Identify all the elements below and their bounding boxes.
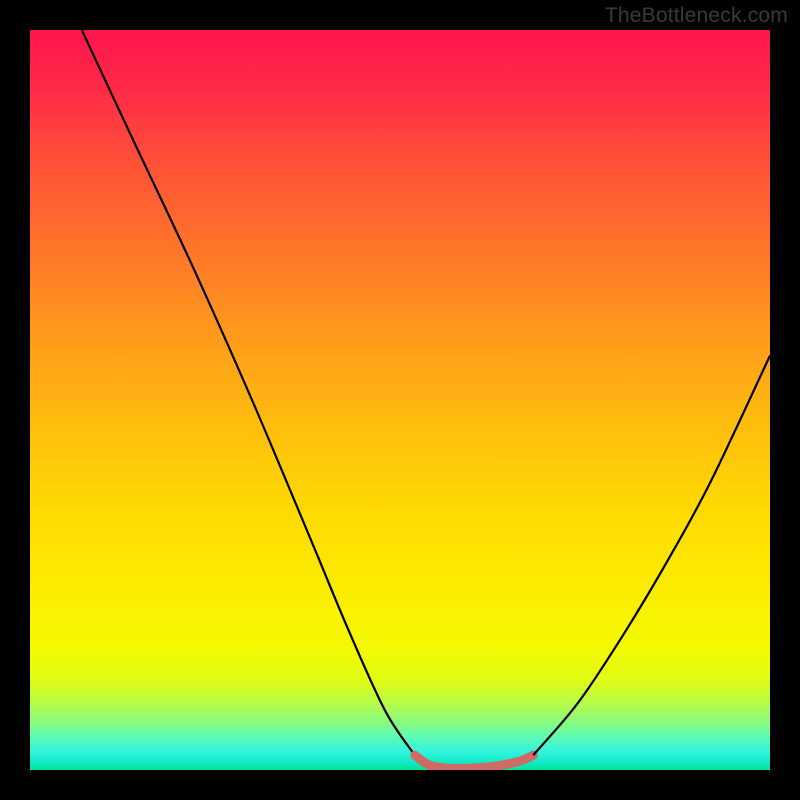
chart-frame: TheBottleneck.com bbox=[0, 0, 800, 800]
series-valley-floor bbox=[415, 755, 533, 768]
watermark-text: TheBottleneck.com bbox=[605, 4, 788, 28]
series-left-branch bbox=[82, 30, 415, 755]
bottleneck-curve bbox=[30, 30, 770, 770]
series-right-branch bbox=[533, 356, 770, 756]
plot-area bbox=[30, 30, 770, 770]
